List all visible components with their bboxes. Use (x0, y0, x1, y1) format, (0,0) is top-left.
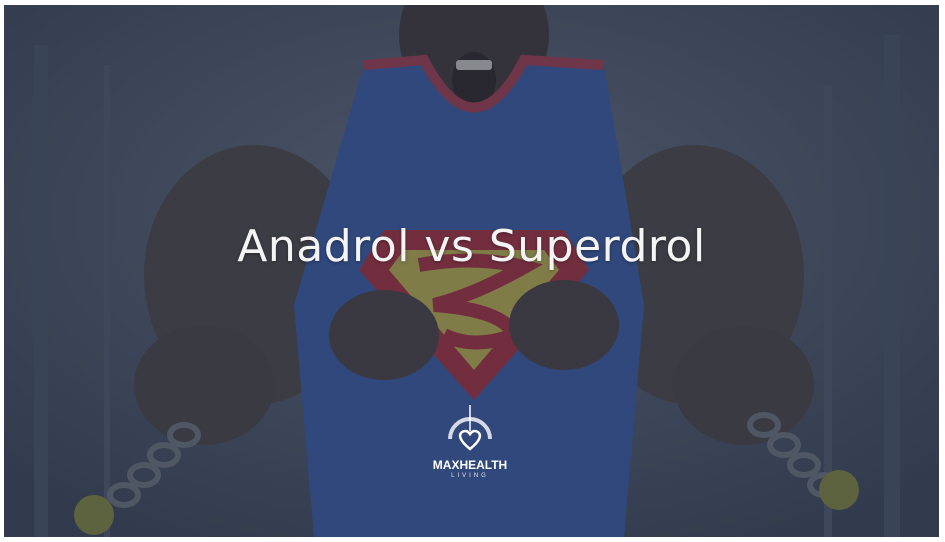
heart-gauge-icon (448, 405, 492, 451)
logo-brand-name: MAXHEALTH (432, 458, 508, 472)
maxhealth-logo: MAXHEALTH LIVING (424, 405, 516, 485)
image-frame: Anadrol vs Superdrol MAXHEALTH LIVING (0, 0, 945, 542)
headline-title: Anadrol vs Superdrol (237, 221, 706, 272)
logo-tagline: LIVING (451, 473, 489, 479)
hero-image: Anadrol vs Superdrol MAXHEALTH LIVING (4, 5, 939, 537)
